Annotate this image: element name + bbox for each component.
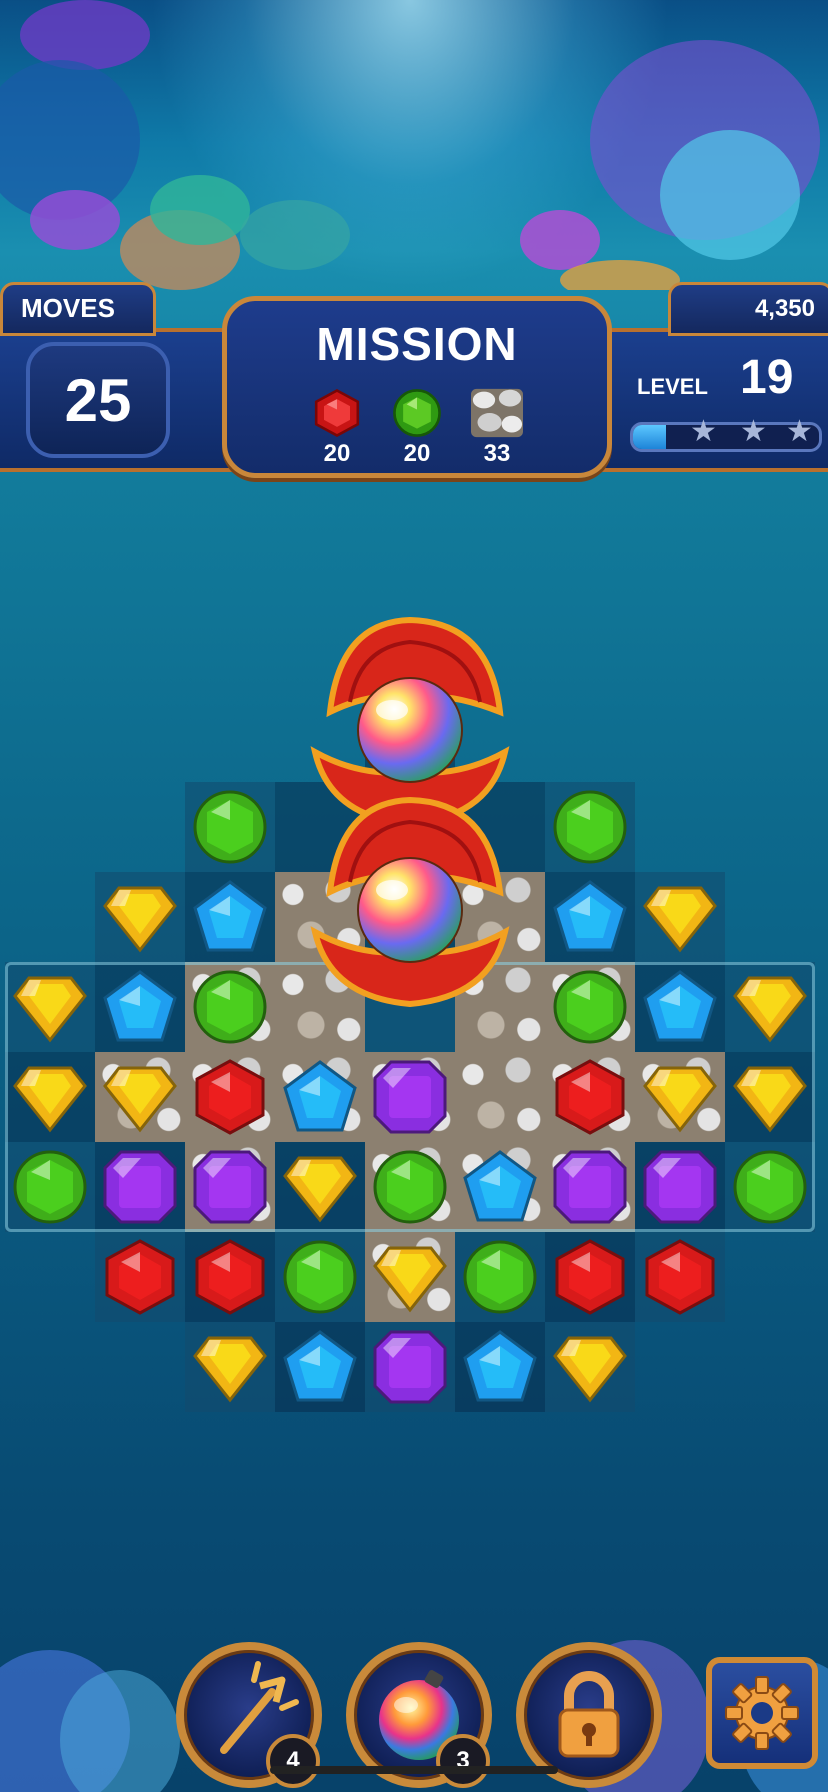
gear-icon [725, 1676, 799, 1750]
stone-tile-icon [471, 388, 523, 438]
blue-gem[interactable] [101, 968, 179, 1046]
lock-icon [558, 1671, 620, 1758]
trident-booster-count: 4 [266, 1734, 320, 1788]
mission-panel: MISSION 20 20 33 [222, 296, 612, 478]
red-gem[interactable] [551, 1058, 629, 1136]
rainbow-pearl-shell[interactable] [300, 792, 520, 1012]
yellow-gem[interactable] [191, 1328, 269, 1406]
level-value: 19 [740, 351, 794, 404]
purple-gem[interactable] [641, 1148, 719, 1226]
yellow-gem[interactable] [731, 1058, 809, 1136]
blue-gem[interactable] [281, 1328, 359, 1406]
yellow-gem[interactable] [101, 878, 179, 956]
purple-gem[interactable] [101, 1148, 179, 1226]
goal-red-count: 20 [323, 440, 351, 467]
green-gem[interactable] [371, 1148, 449, 1226]
stone-tile [455, 1052, 545, 1142]
goal-green-count: 20 [403, 440, 431, 467]
progress-star-2: ★ [740, 415, 767, 448]
green-gem[interactable] [11, 1148, 89, 1226]
score-tab: 4,350 [668, 282, 828, 336]
yellow-gem[interactable] [641, 878, 719, 956]
purple-gem[interactable] [371, 1058, 449, 1136]
green-gem[interactable] [281, 1238, 359, 1316]
yellow-gem[interactable] [11, 968, 89, 1046]
red-gem[interactable] [191, 1058, 269, 1136]
red-gem-icon [314, 388, 360, 438]
level-label: LEVEL [637, 374, 708, 399]
moves-label: MOVES [21, 293, 115, 323]
moves-tab: MOVES [0, 282, 156, 336]
rainbow-bomb-booster-count: 3 [436, 1734, 490, 1788]
yellow-gem[interactable] [731, 968, 809, 1046]
settings-button[interactable] [706, 1657, 818, 1769]
green-gem[interactable] [191, 788, 269, 866]
blue-gem[interactable] [641, 968, 719, 1046]
progress-star-3: ★ [786, 415, 813, 448]
yellow-gem[interactable] [371, 1238, 449, 1316]
moves-value: 25 [64, 366, 132, 434]
goal-red-gem: 20 [307, 387, 367, 468]
goal-stone: 33 [467, 387, 527, 468]
goal-green-gem: 20 [387, 387, 447, 468]
purple-gem[interactable] [551, 1148, 629, 1226]
purple-gem[interactable] [371, 1328, 449, 1406]
yellow-gem[interactable] [101, 1058, 179, 1136]
mission-title: MISSION [316, 318, 518, 370]
blue-gem[interactable] [461, 1328, 539, 1406]
purple-gem[interactable] [191, 1148, 269, 1226]
yellow-gem[interactable] [641, 1058, 719, 1136]
green-gem[interactable] [731, 1148, 809, 1226]
blue-gem[interactable] [281, 1058, 359, 1136]
home-indicator [270, 1766, 558, 1774]
reef-background-top [0, 0, 828, 290]
blue-gem[interactable] [461, 1148, 539, 1226]
yellow-gem[interactable] [11, 1058, 89, 1136]
red-gem[interactable] [191, 1238, 269, 1316]
green-gem[interactable] [551, 788, 629, 866]
level-progress-fill [633, 425, 667, 449]
green-gem[interactable] [551, 968, 629, 1046]
red-gem[interactable] [551, 1238, 629, 1316]
red-gem[interactable] [101, 1238, 179, 1316]
blue-gem[interactable] [191, 878, 269, 956]
green-gem[interactable] [461, 1238, 539, 1316]
yellow-gem[interactable] [551, 1328, 629, 1406]
yellow-gem[interactable] [281, 1148, 359, 1226]
moves-counter: 25 [26, 342, 170, 458]
progress-star-1: ★ [690, 415, 717, 448]
green-gem[interactable] [191, 968, 269, 1046]
score-value: 4,350 [754, 295, 815, 322]
green-gem-icon [393, 389, 441, 437]
goal-stone-count: 33 [483, 440, 511, 467]
red-gem[interactable] [641, 1238, 719, 1316]
blue-gem[interactable] [551, 878, 629, 956]
